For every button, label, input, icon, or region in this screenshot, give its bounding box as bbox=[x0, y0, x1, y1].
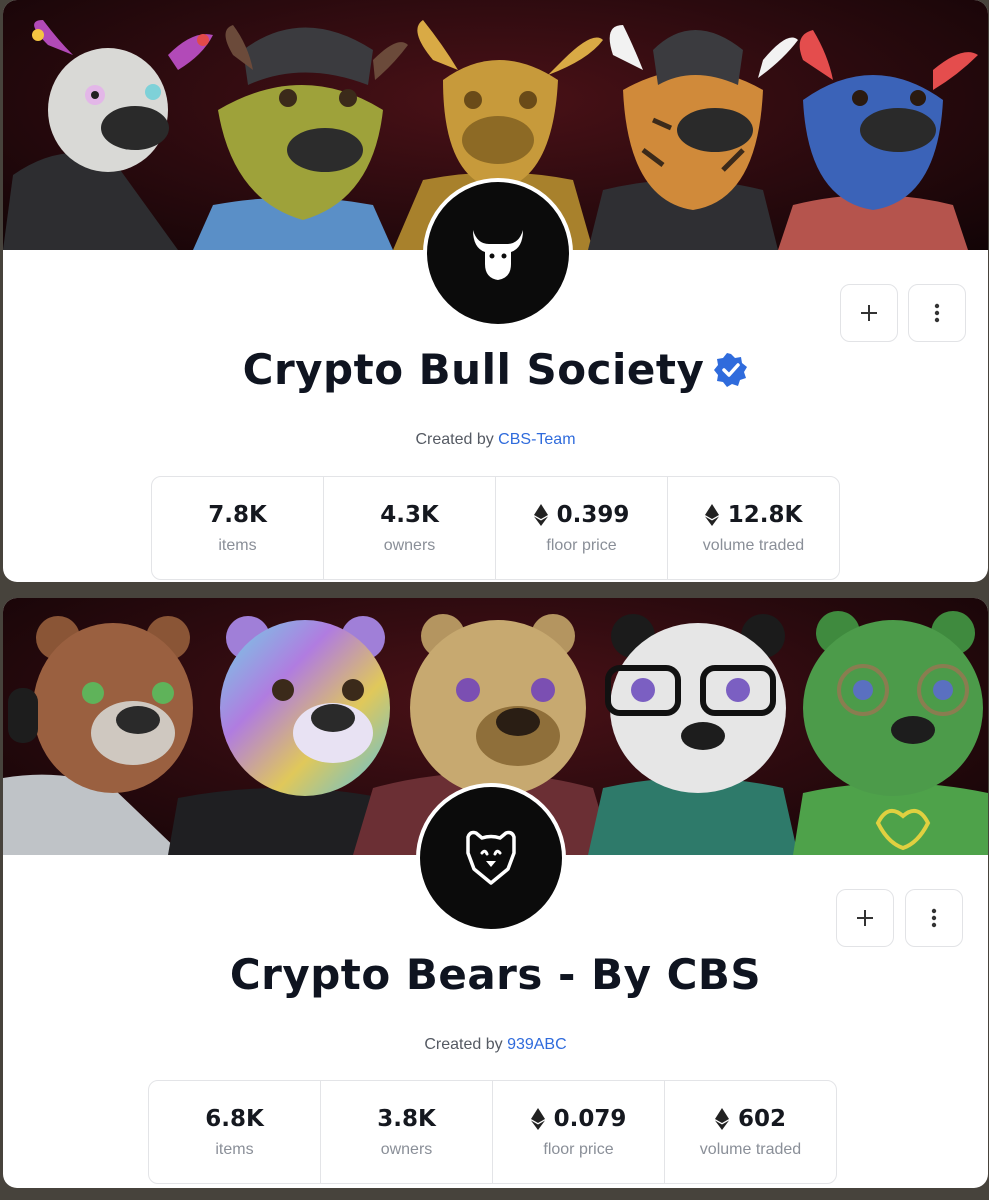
stat-number: 602 bbox=[737, 1105, 786, 1132]
stats-panel: 7.8K items 4.3K owners 0.399 floor price bbox=[151, 476, 840, 580]
bear-head-icon bbox=[466, 830, 516, 885]
bear-figure bbox=[3, 616, 193, 855]
collection-logo bbox=[423, 178, 573, 328]
stat-label: owners bbox=[380, 1140, 433, 1158]
vertical-dots-icon bbox=[931, 908, 937, 928]
stat-label: items bbox=[215, 1140, 254, 1158]
add-button[interactable] bbox=[836, 889, 894, 947]
stat-number: 4.3K bbox=[380, 501, 439, 528]
verified-badge-icon bbox=[714, 352, 748, 387]
stat-label: floor price bbox=[546, 536, 617, 554]
created-by-label: Created by bbox=[424, 1036, 503, 1053]
stat-value: 602 bbox=[714, 1105, 786, 1132]
stat-number: 0.079 bbox=[553, 1105, 627, 1132]
creator-link[interactable]: 939ABC bbox=[507, 1036, 567, 1053]
plus-icon bbox=[861, 305, 877, 321]
bear-figure bbox=[588, 614, 798, 855]
stat-value: 12.8K bbox=[704, 501, 803, 528]
bull-figure bbox=[778, 30, 978, 250]
stat-label: floor price bbox=[543, 1140, 614, 1158]
stat-value: 6.8K bbox=[205, 1106, 264, 1132]
stats-panel: 6.8K items 3.8K owners 0.079 floor price bbox=[148, 1080, 837, 1184]
stat-label: owners bbox=[383, 536, 436, 554]
add-button[interactable] bbox=[840, 284, 898, 342]
stat-value: 0.399 bbox=[533, 501, 630, 528]
stat-number: 7.8K bbox=[208, 501, 267, 528]
bear-figure bbox=[793, 611, 988, 855]
collection-title: Crypto Bull Society bbox=[242, 345, 705, 394]
creator-line: Created by CBS-Team bbox=[3, 431, 988, 449]
ethereum-icon bbox=[533, 503, 548, 526]
plus-icon bbox=[857, 910, 873, 926]
stat-number: 6.8K bbox=[205, 1105, 264, 1132]
stat-label: volume traded bbox=[699, 1140, 802, 1158]
creator-link[interactable]: CBS-Team bbox=[498, 431, 575, 448]
ethereum-icon bbox=[714, 1107, 729, 1130]
stat-number: 3.8K bbox=[377, 1105, 436, 1132]
stat-items: 6.8K items bbox=[149, 1081, 321, 1183]
created-by-label: Created by bbox=[415, 431, 494, 448]
stat-value: 4.3K bbox=[380, 502, 439, 528]
collection-title: Crypto Bears - By CBS bbox=[229, 950, 762, 999]
ethereum-icon bbox=[530, 1107, 545, 1130]
vertical-dots-icon bbox=[934, 303, 940, 323]
stat-owners: 3.8K owners bbox=[321, 1081, 493, 1183]
stat-number: 0.399 bbox=[556, 501, 630, 528]
bull-figure bbox=[3, 20, 213, 250]
stat-floor-price: 0.079 floor price bbox=[493, 1081, 665, 1183]
stat-label: volume traded bbox=[702, 536, 805, 554]
bull-figure bbox=[193, 25, 408, 250]
stat-volume-traded: 602 volume traded bbox=[665, 1081, 836, 1183]
stat-owners: 4.3K owners bbox=[324, 477, 496, 579]
stat-value: 3.8K bbox=[377, 1106, 436, 1132]
ethereum-icon bbox=[704, 503, 719, 526]
stat-label: items bbox=[218, 536, 257, 554]
stat-number: 12.8K bbox=[727, 501, 803, 528]
collection-title-row: Crypto Bull Society bbox=[3, 345, 988, 394]
more-options-button[interactable] bbox=[905, 889, 963, 947]
bear-figure bbox=[168, 616, 393, 855]
collection-logo bbox=[416, 783, 566, 933]
stat-items: 7.8K items bbox=[152, 477, 324, 579]
collection-card: Crypto Bears - By CBS Created by 939ABC … bbox=[3, 598, 988, 1188]
bull-figure bbox=[588, 25, 798, 250]
stat-value: 7.8K bbox=[208, 502, 267, 528]
creator-line: Created by 939ABC bbox=[3, 1036, 988, 1054]
stat-volume-traded: 12.8K volume traded bbox=[668, 477, 839, 579]
bull-head-icon bbox=[473, 230, 523, 280]
collection-title-row: Crypto Bears - By CBS bbox=[3, 950, 988, 999]
collection-card: Crypto Bull Society Created by CBS-Team … bbox=[3, 0, 988, 582]
stat-floor-price: 0.399 floor price bbox=[496, 477, 668, 579]
stat-value: 0.079 bbox=[530, 1105, 627, 1132]
more-options-button[interactable] bbox=[908, 284, 966, 342]
